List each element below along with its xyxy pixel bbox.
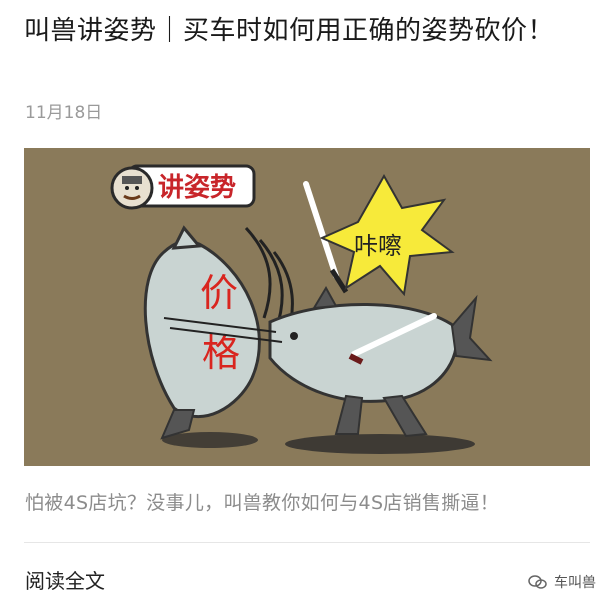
wechat-icon [528,575,547,589]
article-date: 11月18日 [25,103,103,123]
article-title[interactable]: 叫兽讲姿势｜买车时如何用正确的姿势砍价！ [24,12,590,51]
cover-illustration: 讲姿势 价 格 咔嚓 [24,148,590,466]
article-card[interactable]: 叫兽讲姿势｜买车时如何用正确的姿势砍价！ 11月18日 讲姿势 价 格 咔嚓 怕… [0,0,610,611]
burst-text: 咔嚓 [354,232,402,260]
badge-logo: 讲姿势 [110,164,256,210]
fish-text-top: 价 [200,271,238,315]
fish-text-bottom: 格 [202,331,240,375]
divider [24,542,590,543]
badge-text: 讲姿势 [158,173,236,203]
watermark-text: 车叫兽 [554,575,596,591]
cover-image[interactable]: 讲姿势 价 格 咔嚓 [24,148,590,466]
article-summary: 怕被4S店坑？没事儿，叫兽教你如何与4S店销售撕逼！ [25,492,500,514]
read-all-link[interactable]: 阅读全文 [25,565,105,594]
watermark: 车叫兽 [528,572,596,592]
